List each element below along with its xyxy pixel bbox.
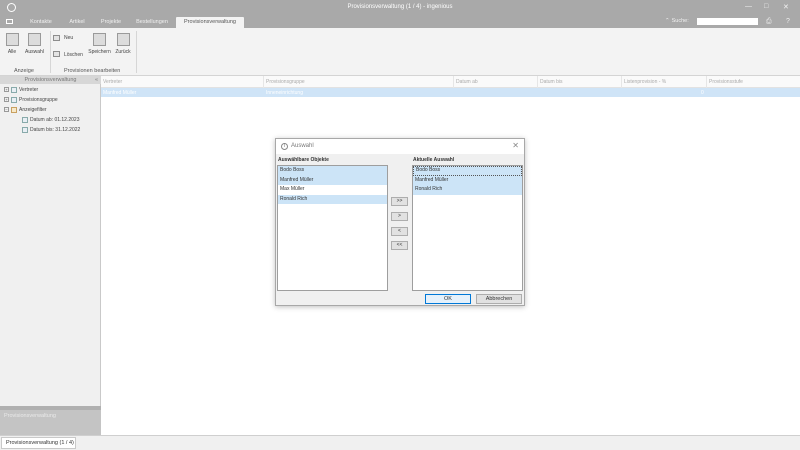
footer-band — [0, 406, 101, 410]
status-bar: Provisionsverwaltung (1 / 4) — [0, 435, 800, 450]
ribbon-separator — [136, 31, 137, 73]
available-list[interactable]: Bodo Boss Manfred Müller Max Müller Rona… — [277, 165, 388, 291]
tree-item-date-from[interactable]: Datum ab: 01.12.2023 — [22, 116, 79, 125]
navigation-panel: Provisionsverwaltung « + Vertreter + Provi… — [0, 76, 101, 435]
new-button[interactable]: Neu — [53, 35, 77, 41]
current-list[interactable]: Bodo Boss Manfred Müller Ronald Rich — [412, 165, 523, 291]
minimize-button[interactable]: — — [745, 3, 752, 10]
column-header[interactable]: Vertreter — [103, 79, 122, 85]
close-button[interactable]: ✕ — [783, 3, 789, 11]
remove-all-button[interactable]: << — [391, 241, 408, 250]
cancel-button[interactable]: Abbrechen — [476, 294, 522, 304]
panel-footer[interactable]: Provisionsverwaltung — [0, 406, 101, 435]
tree-item-provisionsgruppe[interactable]: + Provisionsgruppe — [4, 96, 58, 105]
save-icon — [93, 33, 106, 46]
back-icon — [116, 33, 130, 46]
caret-up-icon: ⌃ — [665, 18, 670, 24]
tab-provisionsverwaltung[interactable]: Provisionsverwaltung — [176, 17, 244, 28]
column-divider — [537, 76, 538, 88]
tab-projekte[interactable]: Projekte — [94, 17, 128, 28]
calendar-icon — [22, 126, 28, 133]
maximize-button[interactable]: □ — [764, 3, 768, 10]
list-item[interactable]: Ronald Rich — [413, 185, 522, 195]
cell-gruppe: Inneneinrichtung — [266, 90, 303, 96]
column-header[interactable]: Listenprovision - % — [624, 79, 666, 85]
add-button[interactable]: > — [391, 212, 408, 221]
collapse-node-icon[interactable]: − — [4, 107, 9, 113]
column-divider — [453, 76, 454, 88]
help-icon[interactable]: ? — [786, 18, 790, 25]
table-filter-icon — [28, 33, 41, 46]
remove-button[interactable]: < — [391, 227, 408, 236]
column-divider — [263, 76, 264, 88]
tab-bestellungen[interactable]: Bestellungen — [130, 17, 174, 28]
list-item[interactable]: Bodo Boss — [413, 166, 522, 176]
table-icon — [5, 33, 19, 46]
group-label-view: Anzeige — [14, 68, 34, 74]
column-header[interactable]: Provisionsgruppe — [266, 79, 305, 85]
back-button[interactable]: Zurück — [113, 33, 133, 55]
column-header[interactable]: Datum ab — [456, 79, 478, 85]
delete-icon — [53, 51, 60, 57]
expand-icon[interactable]: + — [4, 97, 9, 103]
footer-label: Provisionsverwaltung — [4, 413, 56, 419]
search-input[interactable] — [697, 18, 758, 25]
tree-node-icon — [11, 86, 17, 93]
ribbon-separator — [50, 31, 51, 73]
column-header[interactable]: Provisionsstufe — [709, 79, 743, 85]
column-header[interactable]: Datum bis — [540, 79, 563, 85]
status-tab[interactable]: Provisionsverwaltung (1 / 4) — [1, 437, 76, 449]
add-all-button[interactable]: >> — [391, 197, 408, 206]
menu-bar: Kontakte Artikel Projekte Bestellungen P… — [0, 15, 800, 28]
list-item[interactable]: Manfred Müller — [413, 175, 522, 185]
delete-button[interactable]: Löschen — [53, 51, 85, 58]
show-all-button[interactable]: Alle — [4, 33, 20, 55]
filter-icon — [11, 106, 17, 113]
apps-grid-icon[interactable] — [6, 19, 13, 24]
tree-item-anzeigefilter[interactable]: − Anzeigefilter — [4, 106, 47, 115]
list-item[interactable]: Manfred Müller — [278, 175, 387, 185]
dialog-titlebar: i Auswahl ✕ — [276, 139, 524, 154]
grid-header: Vertreter Provisionsgruppe Datum ab Datu… — [101, 76, 800, 88]
save-button[interactable]: Speichern — [87, 33, 112, 55]
calendar-icon — [22, 116, 28, 123]
list-item[interactable]: Max Müller — [278, 185, 387, 195]
group-label-edit: Provisionen bearbeiten — [64, 68, 121, 74]
dialog-close-icon[interactable]: ✕ — [512, 141, 519, 150]
tree-node-icon — [11, 96, 17, 103]
current-list-label: Aktuelle Auswahl — [413, 157, 455, 163]
ok-button[interactable]: OK — [425, 294, 471, 304]
dialog-title: Auswahl — [291, 143, 314, 149]
search-label: ⌃ Suche: — [665, 18, 689, 24]
ribbon: Alle Auswahl Anzeige Neu Löschen Speiche… — [0, 28, 800, 76]
collapse-icon[interactable]: « — [95, 76, 98, 84]
show-selection-button[interactable]: Auswahl — [23, 33, 46, 55]
panel-header: Provisionsverwaltung « — [0, 76, 101, 84]
print-icon[interactable]: ⎙ — [766, 18, 772, 26]
list-item[interactable]: Ronald Rich — [278, 194, 387, 204]
table-row[interactable]: Manfred Müller Inneneinrichtung 0 — [101, 88, 800, 97]
expand-icon[interactable]: + — [4, 87, 9, 93]
window-title: Provisionsverwaltung (1 / 4) - ingenious — [347, 4, 453, 10]
selection-dialog: i Auswahl ✕ Auswählbare Objekte Bodo Bos… — [275, 138, 525, 306]
column-divider — [621, 76, 622, 88]
available-list-label: Auswählbare Objekte — [278, 157, 329, 163]
new-icon — [53, 35, 60, 41]
cell-stufe: 0 — [701, 90, 704, 96]
tree-item-date-to[interactable]: Datum bis: 31.12.2022 — [22, 126, 80, 135]
cell-vertreter: Manfred Müller — [103, 90, 137, 96]
column-divider — [706, 76, 707, 88]
tab-kontakte[interactable]: Kontakte — [22, 17, 60, 28]
info-icon: i — [281, 143, 288, 150]
tab-artikel[interactable]: Artikel — [62, 17, 92, 28]
list-item[interactable]: Bodo Boss — [278, 166, 387, 176]
title-bar: Provisionsverwaltung (1 / 4) - ingenious… — [0, 0, 800, 15]
tree-item-vertreter[interactable]: + Vertreter — [4, 86, 38, 95]
